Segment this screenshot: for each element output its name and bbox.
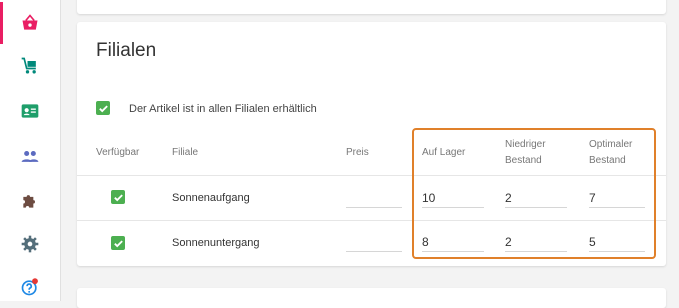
sidebar: [0, 0, 61, 301]
gear-icon: [21, 235, 39, 253]
nav-item-contacts[interactable]: [0, 90, 60, 132]
check-icon: [98, 104, 108, 112]
next-card: [77, 288, 666, 308]
nav-item-help[interactable]: [0, 266, 60, 308]
nav-item-settings[interactable]: [0, 223, 60, 265]
price-input[interactable]: [346, 232, 402, 252]
header-available: Verfügbar: [96, 147, 140, 158]
nav-item-shop[interactable]: [0, 2, 60, 44]
cart-icon: [21, 57, 36, 74]
shopping-basket-icon: [22, 14, 38, 30]
contact-card-icon: [21, 104, 39, 118]
notification-dot: [32, 278, 38, 285]
check-icon: [113, 239, 123, 247]
available-all-checkbox[interactable]: [96, 101, 110, 115]
nav-item-users[interactable]: [0, 135, 60, 177]
stock-columns-highlight: [412, 128, 656, 259]
nav-item-plugins[interactable]: [0, 180, 60, 222]
people-icon: [21, 151, 39, 162]
header-branch: Filiale: [172, 147, 199, 158]
row-available-checkbox[interactable]: [111, 236, 125, 250]
header-price: Preis: [346, 147, 369, 158]
help-icon: [21, 278, 38, 296]
section-title: Filialen: [96, 40, 157, 61]
nav-item-orders[interactable]: [0, 45, 60, 87]
available-all-label: Der Artikel ist in allen Filialen erhält…: [129, 103, 317, 115]
previous-card: [77, 0, 666, 14]
puzzle-icon: [23, 195, 35, 208]
row-available-checkbox[interactable]: [111, 190, 125, 204]
row-branch-name: Sonnenaufgang: [172, 192, 250, 204]
check-icon: [113, 193, 123, 201]
row-branch-name: Sonnenuntergang: [172, 237, 260, 249]
price-input[interactable]: [346, 188, 402, 208]
